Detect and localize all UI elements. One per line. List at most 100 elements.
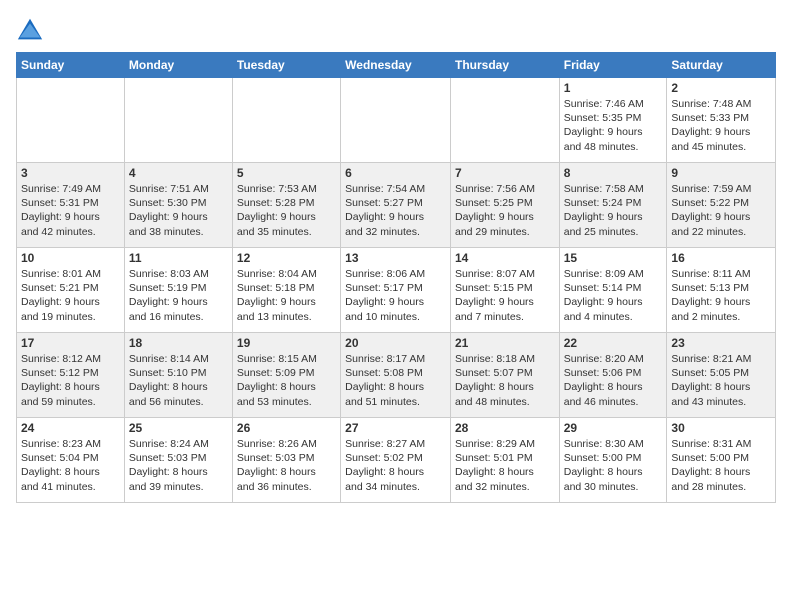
day-info: Sunrise: 8:15 AM Sunset: 5:09 PM Dayligh… [237, 352, 336, 409]
day-info: Sunrise: 8:09 AM Sunset: 5:14 PM Dayligh… [564, 267, 663, 324]
day-number: 11 [129, 251, 228, 265]
calendar-cell: 20Sunrise: 8:17 AM Sunset: 5:08 PM Dayli… [341, 333, 451, 418]
day-number: 18 [129, 336, 228, 350]
calendar-cell: 17 Sunrise: 8:12 AM Sunset: 5:12 PM Dayli… [17, 333, 125, 418]
day-number: 5 [237, 166, 336, 180]
day-number: 10 [21, 251, 120, 265]
calendar-cell: 22 Sunrise: 8:20 AM Sunset: 5:06 PM Dayli… [559, 333, 667, 418]
day-number: 28 [455, 421, 555, 435]
calendar-week-row: 17 Sunrise: 8:12 AM Sunset: 5:12 PM Dayli… [17, 333, 776, 418]
calendar-cell: 27 Sunrise: 8:27 AM Sunset: 5:02 PM Dayli… [341, 418, 451, 503]
calendar-cell: 25 Sunrise: 8:24 AM Sunset: 5:03 PM Dayli… [124, 418, 232, 503]
calendar-cell: 21 Sunrise: 8:18 AM Sunset: 5:07 PM Dayli… [450, 333, 559, 418]
calendar-cell: 19 Sunrise: 8:15 AM Sunset: 5:09 PM Dayli… [232, 333, 340, 418]
calendar-cell: 7 Sunrise: 7:56 AM Sunset: 5:25 PM Daylig… [450, 163, 559, 248]
calendar-table: SundayMondayTuesdayWednesdayThursdayFrid… [16, 52, 776, 503]
day-number: 22 [564, 336, 663, 350]
day-number: 27 [345, 421, 446, 435]
day-info: Sunrise: 8:17 AM Sunset: 5:08 PM Dayligh… [345, 352, 446, 409]
weekday-header: Tuesday [232, 53, 340, 78]
day-number: 23 [671, 336, 771, 350]
day-number: 19 [237, 336, 336, 350]
day-number: 4 [129, 166, 228, 180]
calendar-cell: 9 Sunrise: 7:59 AM Sunset: 5:22 PM Daylig… [667, 163, 776, 248]
day-number: 2 [671, 81, 771, 95]
day-info: Sunrise: 8:23 AM Sunset: 5:04 PM Dayligh… [21, 437, 120, 494]
logo-icon [16, 16, 44, 44]
calendar-cell: 30 Sunrise: 8:31 AM Sunset: 5:00 PM Dayli… [667, 418, 776, 503]
day-info: Sunrise: 8:03 AM Sunset: 5:19 PM Dayligh… [129, 267, 228, 324]
weekday-header: Friday [559, 53, 667, 78]
calendar-cell: 24 Sunrise: 8:23 AM Sunset: 5:04 PM Dayli… [17, 418, 125, 503]
day-number: 15 [564, 251, 663, 265]
calendar-cell [17, 78, 125, 163]
weekday-header: Thursday [450, 53, 559, 78]
calendar-cell: 2 Sunrise: 7:48 AM Sunset: 5:33 PM Daylig… [667, 78, 776, 163]
day-info: Sunrise: 8:06 AM Sunset: 5:17 PM Dayligh… [345, 267, 446, 324]
calendar-cell: 13 Sunrise: 8:06 AM Sunset: 5:17 PM Dayli… [341, 248, 451, 333]
day-number: 25 [129, 421, 228, 435]
day-number: 6 [345, 166, 446, 180]
calendar-cell: 3 Sunrise: 7:49 AM Sunset: 5:31 PM Daylig… [17, 163, 125, 248]
calendar-cell: 14 Sunrise: 8:07 AM Sunset: 5:15 PM Dayli… [450, 248, 559, 333]
day-number: 1 [564, 81, 663, 95]
day-info: Sunrise: 7:58 AM Sunset: 5:24 PM Dayligh… [564, 182, 663, 239]
calendar-cell: 23Sunrise: 8:21 AM Sunset: 5:05 PM Dayli… [667, 333, 776, 418]
calendar-cell: 26Sunrise: 8:26 AM Sunset: 5:03 PM Dayli… [232, 418, 340, 503]
day-info: Sunrise: 7:46 AM Sunset: 5:35 PM Dayligh… [564, 97, 663, 154]
calendar-cell [341, 78, 451, 163]
logo [16, 16, 48, 44]
day-number: 13 [345, 251, 446, 265]
day-number: 12 [237, 251, 336, 265]
calendar-cell: 4Sunrise: 7:51 AM Sunset: 5:30 PM Daylig… [124, 163, 232, 248]
calendar-header-row: SundayMondayTuesdayWednesdayThursdayFrid… [17, 53, 776, 78]
day-info: Sunrise: 8:20 AM Sunset: 5:06 PM Dayligh… [564, 352, 663, 409]
day-info: Sunrise: 8:31 AM Sunset: 5:00 PM Dayligh… [671, 437, 771, 494]
day-number: 8 [564, 166, 663, 180]
day-info: Sunrise: 8:24 AM Sunset: 5:03 PM Dayligh… [129, 437, 228, 494]
calendar-cell [124, 78, 232, 163]
calendar-cell: 6Sunrise: 7:54 AM Sunset: 5:27 PM Daylig… [341, 163, 451, 248]
day-number: 7 [455, 166, 555, 180]
weekday-header: Wednesday [341, 53, 451, 78]
day-number: 24 [21, 421, 120, 435]
day-info: Sunrise: 8:27 AM Sunset: 5:02 PM Dayligh… [345, 437, 446, 494]
calendar-week-row: 10 Sunrise: 8:01 AM Sunset: 5:21 PM Dayli… [17, 248, 776, 333]
day-info: Sunrise: 8:30 AM Sunset: 5:00 PM Dayligh… [564, 437, 663, 494]
day-number: 21 [455, 336, 555, 350]
calendar-cell: 12Sunrise: 8:04 AM Sunset: 5:18 PM Dayli… [232, 248, 340, 333]
day-number: 17 [21, 336, 120, 350]
calendar-week-row: 1 Sunrise: 7:46 AM Sunset: 5:35 PM Daylig… [17, 78, 776, 163]
calendar-cell: 28Sunrise: 8:29 AM Sunset: 5:01 PM Dayli… [450, 418, 559, 503]
weekday-header: Saturday [667, 53, 776, 78]
calendar-week-row: 3 Sunrise: 7:49 AM Sunset: 5:31 PM Daylig… [17, 163, 776, 248]
day-info: Sunrise: 8:01 AM Sunset: 5:21 PM Dayligh… [21, 267, 120, 324]
calendar-cell: 8 Sunrise: 7:58 AM Sunset: 5:24 PM Daylig… [559, 163, 667, 248]
calendar-week-row: 24 Sunrise: 8:23 AM Sunset: 5:04 PM Dayli… [17, 418, 776, 503]
calendar-cell: 16Sunrise: 8:11 AM Sunset: 5:13 PM Dayli… [667, 248, 776, 333]
weekday-header: Monday [124, 53, 232, 78]
day-number: 16 [671, 251, 771, 265]
calendar-cell [450, 78, 559, 163]
day-info: Sunrise: 8:07 AM Sunset: 5:15 PM Dayligh… [455, 267, 555, 324]
day-number: 29 [564, 421, 663, 435]
day-info: Sunrise: 7:53 AM Sunset: 5:28 PM Dayligh… [237, 182, 336, 239]
weekday-header: Sunday [17, 53, 125, 78]
day-info: Sunrise: 7:56 AM Sunset: 5:25 PM Dayligh… [455, 182, 555, 239]
calendar-cell: 10 Sunrise: 8:01 AM Sunset: 5:21 PM Dayli… [17, 248, 125, 333]
page-header [16, 16, 776, 44]
calendar-cell: 18 Sunrise: 8:14 AM Sunset: 5:10 PM Dayli… [124, 333, 232, 418]
day-info: Sunrise: 8:26 AM Sunset: 5:03 PM Dayligh… [237, 437, 336, 494]
day-number: 3 [21, 166, 120, 180]
day-info: Sunrise: 7:59 AM Sunset: 5:22 PM Dayligh… [671, 182, 771, 239]
day-number: 30 [671, 421, 771, 435]
day-info: Sunrise: 8:12 AM Sunset: 5:12 PM Dayligh… [21, 352, 120, 409]
day-number: 9 [671, 166, 771, 180]
day-info: Sunrise: 8:14 AM Sunset: 5:10 PM Dayligh… [129, 352, 228, 409]
calendar-cell: 15 Sunrise: 8:09 AM Sunset: 5:14 PM Dayli… [559, 248, 667, 333]
day-number: 14 [455, 251, 555, 265]
calendar-cell: 1 Sunrise: 7:46 AM Sunset: 5:35 PM Daylig… [559, 78, 667, 163]
day-info: Sunrise: 8:18 AM Sunset: 5:07 PM Dayligh… [455, 352, 555, 409]
day-info: Sunrise: 7:48 AM Sunset: 5:33 PM Dayligh… [671, 97, 771, 154]
day-info: Sunrise: 7:49 AM Sunset: 5:31 PM Dayligh… [21, 182, 120, 239]
